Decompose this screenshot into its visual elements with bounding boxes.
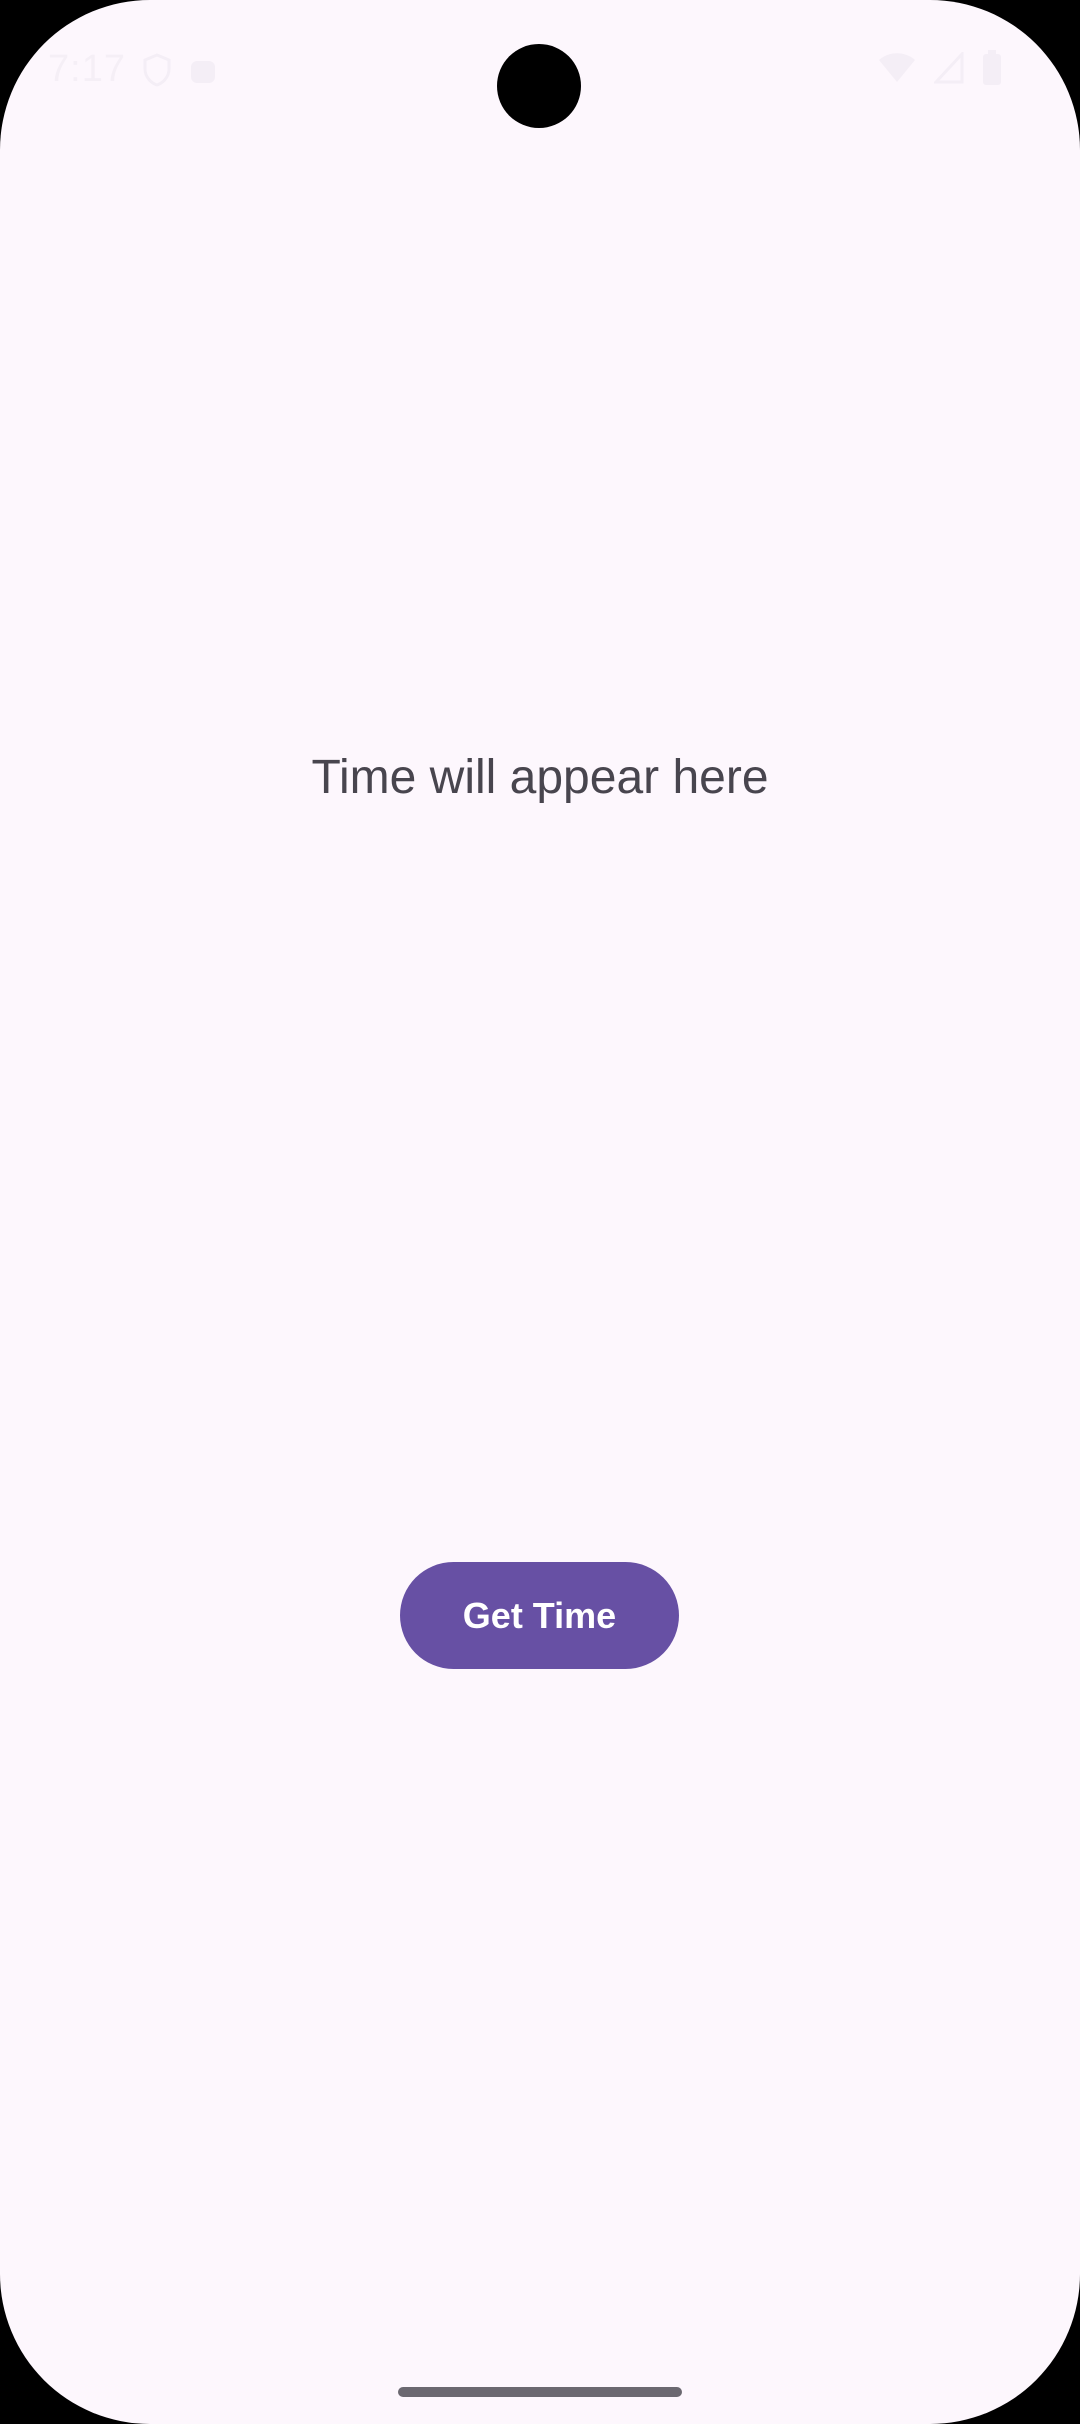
gesture-nav-handle[interactable] [398, 2387, 682, 2397]
battery-icon [982, 50, 1002, 91]
device-frame: 7:17 Time will appear here Get Time [0, 0, 1080, 2424]
vpn-shield-icon [142, 52, 172, 87]
camera-cutout [497, 44, 581, 128]
signal-icon [932, 50, 964, 89]
status-time: 7:17 [48, 48, 126, 90]
status-left: 7:17 [48, 48, 218, 91]
android-head-icon [188, 53, 218, 87]
time-display-text: Time will appear here [311, 751, 769, 804]
wifi-icon [878, 52, 916, 89]
get-time-button[interactable]: Get Time [400, 1562, 679, 1669]
app-screen: 7:17 Time will appear here Get Time [0, 0, 1080, 2424]
status-right [878, 50, 1002, 91]
status-bar: 7:17 [0, 0, 1080, 140]
